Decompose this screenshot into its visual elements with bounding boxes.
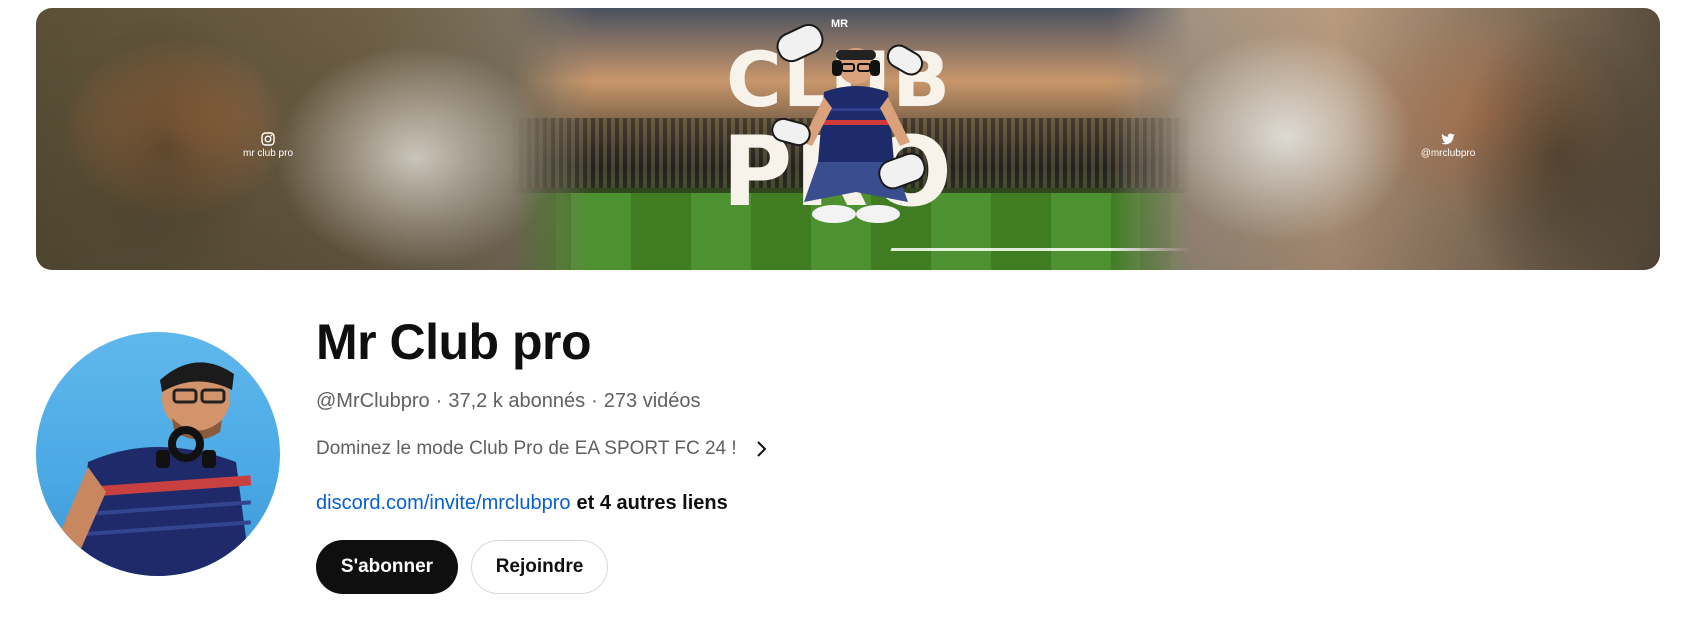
meta-separator: · <box>435 390 443 412</box>
channel-description[interactable]: Dominez le mode Club Pro de EA SPORT FC … <box>316 436 771 462</box>
channel-banner: MR CLUB PRO <box>36 8 1660 270</box>
channel-name: Mr Club pro <box>316 314 592 370</box>
channel-description-text: Dominez le mode Club Pro de EA SPORT FC … <box>316 438 737 459</box>
discord-link[interactable]: discord.com/invite/mrclubpro <box>316 492 571 514</box>
join-button[interactable]: Rejoindre <box>471 540 608 594</box>
more-links[interactable]: et 4 autres liens <box>577 492 728 514</box>
instagram-handle: mr club pro <box>242 148 293 159</box>
subscriber-count: 37,2 k abonnés <box>448 390 586 412</box>
channel-handle: @MrClubpro <box>316 390 430 412</box>
subscribe-button[interactable]: S'abonner <box>316 540 458 594</box>
twitter-icon <box>1441 133 1455 145</box>
channel-header: MR CLUB PRO <box>0 0 1688 619</box>
meta-separator: · <box>591 390 598 412</box>
channel-meta: @MrClubpro · 37,2 k abonnés · 273 vidéos <box>316 388 701 414</box>
channel-links: discord.com/invite/mrclubpro et 4 autres … <box>316 490 728 516</box>
banner-person-illustration <box>802 48 910 223</box>
banner-instagram: mr club pro <box>208 132 328 159</box>
banner-logo-mr: MR <box>831 18 849 30</box>
channel-avatar[interactable] <box>36 332 280 576</box>
instagram-icon <box>261 132 275 146</box>
twitter-handle: @mrclubpro <box>1420 148 1476 159</box>
banner-twitter: @mrclubpro <box>1388 132 1508 159</box>
avatar-person-illustration <box>54 362 252 576</box>
chevron-right-icon <box>756 441 767 457</box>
video-count: 273 vidéos <box>603 390 701 412</box>
